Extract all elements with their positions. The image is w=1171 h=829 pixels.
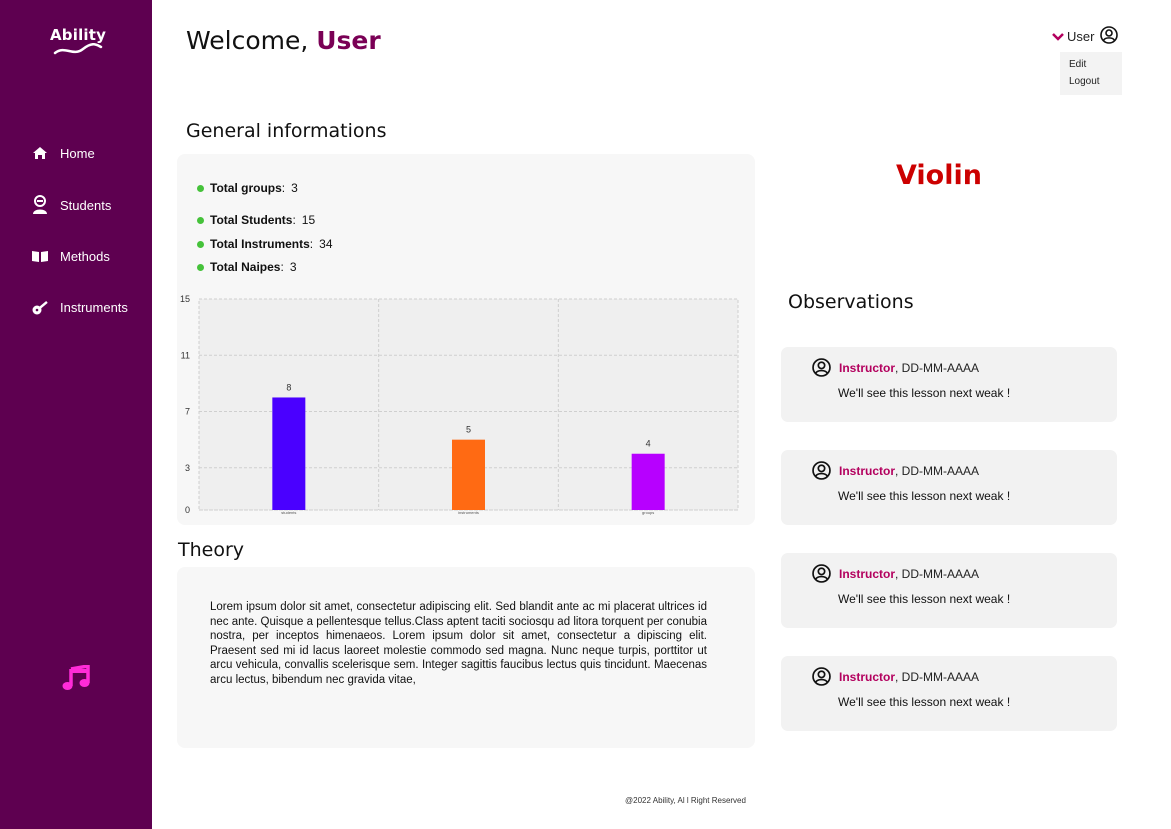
x-tick-label: instruments	[458, 510, 479, 515]
music-note-icon[interactable]	[62, 663, 90, 696]
sidebar: Ability Home Students Methods Instrument…	[0, 0, 152, 829]
sidebar-item-instruments[interactable]: Instruments	[30, 295, 128, 319]
sidebar-item-label: Instruments	[60, 299, 128, 315]
observations-title: Observations	[788, 291, 914, 313]
user-avatar-icon	[812, 358, 831, 377]
welcome-prefix: Welcome,	[186, 26, 317, 55]
stat-value: 3	[291, 181, 298, 195]
stat-value: 34	[319, 237, 333, 251]
x-tick-label: groups	[642, 510, 654, 515]
stat-total-students: Total Students: 15	[197, 213, 315, 227]
user-avatar-icon	[1100, 26, 1119, 47]
sidebar-item-home[interactable]: Home	[30, 141, 95, 165]
stat-label: Total Naipes	[210, 260, 281, 274]
observation-card: Instructor, DD-MM-AAAA We'll see this le…	[781, 347, 1117, 422]
chevron-down-icon	[1052, 29, 1064, 44]
observation-card: Instructor, DD-MM-AAAA We'll see this le…	[781, 656, 1117, 731]
observation-header: Instructor, DD-MM-AAAA	[812, 564, 979, 583]
y-tick-label: 11	[181, 350, 190, 360]
stat-total-groups: Total groups: 3	[197, 181, 298, 195]
y-tick-label: 3	[185, 463, 190, 473]
stat-label: Total Instruments	[210, 237, 310, 251]
bar-value-label: 5	[466, 425, 471, 435]
chart-bar	[452, 439, 485, 510]
book-icon	[30, 246, 50, 266]
observation-author: Instructor	[839, 360, 896, 375]
sidebar-item-label: Methods	[60, 248, 110, 264]
guitar-icon	[30, 297, 50, 317]
observation-date: , DD-MM-AAAA	[895, 360, 980, 375]
bar-chart: 0 3 7 11 15 8 students 5 instruments 4 groups	[180, 294, 739, 515]
instrument-name: Violin	[896, 160, 982, 191]
user-avatar-icon	[812, 461, 831, 480]
stat-value: 15	[301, 213, 316, 227]
observation-date: , DD-MM-AAAA	[895, 463, 980, 478]
observation-author: Instructor	[839, 566, 896, 581]
user-menu-label: User	[1067, 29, 1095, 44]
observation-card: Instructor, DD-MM-AAAA We'll see this le…	[781, 450, 1117, 525]
observation-header: Instructor, DD-MM-AAAA	[812, 667, 979, 686]
stat-label: Total Students	[210, 213, 293, 227]
welcome-heading: Welcome, User	[186, 26, 381, 55]
observation-date: , DD-MM-AAAA	[895, 669, 980, 684]
status-dot	[197, 184, 204, 192]
theory-text: Lorem ipsum dolor sit amet, consectetur …	[210, 601, 707, 686]
observation-text: We'll see this lesson next weak !	[838, 386, 1011, 400]
observation-card: Instructor, DD-MM-AAAA We'll see this le…	[781, 553, 1117, 628]
status-dot	[197, 263, 204, 271]
stat-value: 3	[289, 260, 297, 274]
chart-bar	[631, 453, 665, 510]
bar-value-label: 4	[646, 439, 651, 449]
observation-author: Instructor	[839, 669, 896, 684]
home-icon	[30, 143, 50, 163]
sidebar-item-methods[interactable]: Methods	[30, 244, 110, 268]
logo-swoosh-icon	[53, 43, 103, 55]
logo-text: Ability	[50, 26, 107, 44]
observation-header: Instructor, DD-MM-AAAA	[812, 461, 979, 480]
stat-total-naipes: Total Naipes: 3	[197, 260, 297, 274]
welcome-user-name: User	[316, 26, 381, 55]
user-menu[interactable]: User	[1052, 26, 1119, 47]
stat-label: Total groups	[210, 181, 282, 195]
chart-bar	[272, 397, 306, 510]
logo[interactable]: Ability	[50, 26, 106, 58]
observation-header: Instructor, DD-MM-AAAA	[812, 358, 979, 377]
theory-title: Theory	[178, 539, 245, 561]
menu-item-edit[interactable]: Edit	[1069, 56, 1122, 73]
bar-value-label: 8	[286, 382, 291, 392]
menu-item-logout[interactable]: Logout	[1069, 73, 1122, 90]
observation-text: We'll see this lesson next weak !	[838, 489, 1011, 503]
observation-text: We'll see this lesson next weak !	[838, 592, 1011, 606]
observation-date: , DD-MM-AAAA	[895, 566, 980, 581]
y-tick-label: 7	[185, 407, 190, 417]
status-dot	[197, 216, 204, 224]
sidebar-item-students[interactable]: Students	[30, 193, 111, 217]
footer-copyright: @2022 Ability, Al l Right Reserved	[625, 796, 746, 805]
user-avatar-icon	[812, 667, 831, 686]
student-icon	[30, 195, 50, 215]
sidebar-item-label: Students	[60, 197, 112, 213]
stat-total-instruments: Total Instruments: 34	[197, 237, 333, 251]
sidebar-item-label: Home	[60, 145, 95, 161]
y-tick-label: 15	[180, 294, 190, 304]
general-info-title: General informations	[186, 120, 387, 142]
y-tick-label: 0	[185, 505, 190, 515]
observation-text: We'll see this lesson next weak !	[838, 695, 1011, 709]
user-avatar-icon	[812, 564, 831, 583]
status-dot	[197, 240, 204, 248]
observation-author: Instructor	[839, 463, 896, 478]
x-tick-label: students	[281, 510, 296, 515]
user-dropdown-menu: Edit Logout	[1060, 52, 1122, 95]
